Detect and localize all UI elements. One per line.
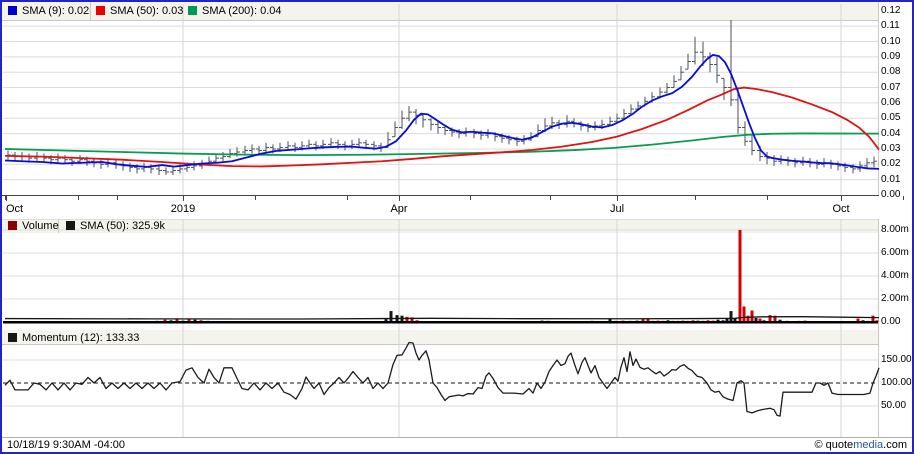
x-tick-label: 2019 <box>171 203 195 215</box>
x-tick <box>841 196 842 201</box>
chart-window: SMA (9): 0.02 SMA (50): 0.03 SMA (200): … <box>0 0 914 454</box>
brand-text: media <box>853 439 883 451</box>
legend-item-volume-sma50: SMA (50): 325.9k <box>66 220 165 232</box>
x-tick <box>550 196 551 200</box>
legend-item-sma9: SMA (9): 0.02 <box>8 5 89 17</box>
x-tick <box>6 196 7 201</box>
x-tick <box>470 196 471 200</box>
y-tick-label: 0.00 <box>881 316 900 328</box>
y-tick-label: 150.00 <box>881 354 912 366</box>
legend-item-volume: Volume <box>8 220 59 232</box>
date-axis: Oct 2019 Apr Jul Oct <box>2 195 879 219</box>
y-tick-label: 0.04 <box>881 128 900 140</box>
sma200-legend-chip-icon <box>188 6 197 15</box>
y-tick-label: 0.09 <box>881 51 900 63</box>
price-chart-area[interactable] <box>2 22 879 195</box>
volume-sma50-legend-chip-icon <box>66 221 75 230</box>
x-tick-label: Apr <box>390 203 407 215</box>
y-tick-label: 0.02 <box>881 158 900 170</box>
sma200-legend-label: SMA (200): 0.04 <box>202 5 282 17</box>
x-tick <box>117 196 118 200</box>
sma50-legend-label: SMA (50): 0.03 <box>110 5 183 17</box>
momentum-legend-label: Momentum (12): 133.33 <box>22 332 139 344</box>
volume-sma50-legend-label: SMA (50): 325.9k <box>80 220 165 232</box>
y-tick-label: 0.06 <box>881 97 900 109</box>
x-tick <box>399 196 400 201</box>
volume-chart-area[interactable] <box>2 233 879 325</box>
y-tick-label: 4.00m <box>881 270 909 282</box>
x-tick <box>255 196 256 200</box>
y-tick-label: 0.00 <box>881 189 900 201</box>
y-tick-label: 0.05 <box>881 112 900 124</box>
y-tick-label: 2.00m <box>881 293 909 305</box>
x-tick <box>347 196 348 200</box>
y-tick-label: 0.01 <box>881 174 900 186</box>
momentum-chart-area[interactable] <box>2 346 879 437</box>
brand-suffix-text: .com <box>883 439 907 451</box>
momentum-legend-chip-icon <box>8 333 17 342</box>
x-tick-label: Oct <box>6 203 23 215</box>
copyright-text: © quote <box>814 439 853 451</box>
x-tick <box>183 196 184 201</box>
momentum-legend: Momentum (12): 133.33 <box>8 332 139 344</box>
y-tick-label: 0.03 <box>881 143 900 155</box>
legend-item-sma200: SMA (200): 0.04 <box>188 5 282 17</box>
x-tick <box>903 196 904 200</box>
y-tick-label: 50.00 <box>881 400 906 412</box>
sma9-legend-label: SMA (9): 0.02 <box>22 5 89 17</box>
y-tick-label: 8.00m <box>881 224 909 236</box>
y-tick-label: 0.07 <box>881 82 900 94</box>
y-tick-label: 0.08 <box>881 66 900 78</box>
x-tick <box>617 196 618 201</box>
y-tick-label: 0.10 <box>881 36 900 48</box>
sma9-legend-chip-icon <box>8 6 17 15</box>
x-tick-label: Oct <box>832 203 849 215</box>
volume-legend-label: Volume <box>22 220 59 232</box>
sma50-legend-chip-icon <box>96 6 105 15</box>
volume-legend-chip-icon <box>8 221 17 230</box>
x-tick-label: Jul <box>610 203 624 215</box>
legend-item-momentum: Momentum (12): 133.33 <box>8 332 139 344</box>
quotemedia-logo: © quotemedia.com <box>814 438 907 452</box>
y-tick-label: 0.11 <box>881 20 900 32</box>
y-tick-label: 100.00 <box>881 377 912 389</box>
x-tick <box>767 196 768 200</box>
legend-item-sma50: SMA (50): 0.03 <box>96 5 183 17</box>
y-tick-label: 6.00m <box>881 247 909 259</box>
x-tick <box>78 196 79 200</box>
timestamp: 10/18/19 9:30AM -04:00 <box>7 438 125 452</box>
y-tick-label: 0.12 <box>881 5 900 17</box>
x-tick <box>695 196 696 200</box>
status-bar: 10/18/19 9:30AM -04:00 © quotemedia.com <box>2 437 912 452</box>
